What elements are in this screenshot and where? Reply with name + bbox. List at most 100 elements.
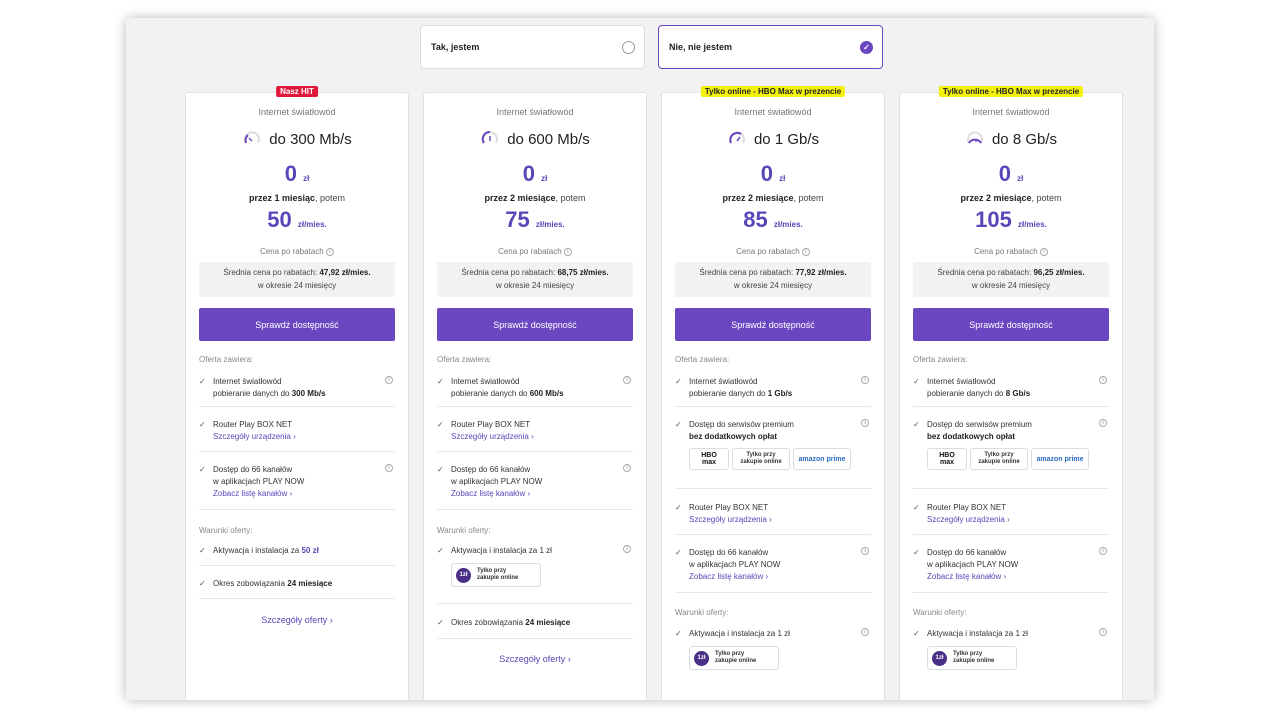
feature-channels-line2: w aplikacjach PLAY NOW: [927, 560, 1019, 569]
check-icon: ✓: [913, 548, 920, 557]
avg-suffix: w okresie 24 miesięcy: [733, 281, 813, 290]
info-icon[interactable]: i: [801, 247, 810, 256]
regular-price-value: 105: [975, 207, 1012, 232]
info-icon[interactable]: i: [1099, 547, 1107, 555]
feature-channels-line2: w aplikacjach PLAY NOW: [451, 477, 543, 486]
chevron-right-icon: ›: [765, 572, 769, 581]
average-price-box: Średnia cena po rabatach: 47,92 zł/mies.…: [199, 262, 395, 297]
info-icon[interactable]: i: [1099, 628, 1107, 636]
per-month: zł/mies.: [773, 220, 803, 229]
currency: zł: [541, 174, 548, 183]
device-details-link[interactable]: Szczegóły urządzenia ›: [213, 431, 378, 443]
feature-internet-line1: Internet światłowód: [213, 377, 282, 386]
device-details-link[interactable]: Szczegóły urządzenia ›: [689, 514, 854, 526]
feature-router-label: Router Play BOX NET: [927, 503, 1007, 512]
plan-card-600: Internet światłowód do 600 Mb/s 0 zł prz…: [423, 92, 647, 700]
offer-includes-heading: Oferta zawiera:: [437, 355, 492, 364]
info-icon[interactable]: i: [1039, 247, 1048, 256]
check-icon: ✓: [913, 629, 920, 638]
radio-option-yes[interactable]: Tak, jestem: [420, 25, 645, 69]
chevron-right-icon: ›: [1007, 515, 1010, 524]
divider: [913, 488, 1109, 489]
chevron-right-icon: ›: [293, 432, 296, 441]
info-icon[interactable]: i: [1099, 376, 1107, 384]
check-icon: ✓: [913, 503, 920, 512]
activation-prefix: Aktywacja i instalacja za: [689, 629, 778, 638]
online-line2: zakupie online: [715, 658, 757, 664]
promo-price-value: 0: [998, 161, 1011, 186]
online-line1: Tylko przy: [953, 651, 983, 657]
activation-prefix: Aktywacja i instalacja za: [927, 629, 1016, 638]
info-icon[interactable]: i: [623, 376, 631, 384]
device-details-link[interactable]: Szczegóły urządzenia ›: [451, 431, 616, 443]
per-month: zł/mies.: [1017, 220, 1047, 229]
check-availability-button[interactable]: Sprawdź dostępność: [675, 308, 871, 341]
channels-list-link[interactable]: Zobacz listę kanałów ›: [451, 488, 616, 500]
after-discounts-label: Cena po rabatach: [260, 247, 324, 256]
device-details-link[interactable]: Szczegóły urządzenia ›: [927, 514, 1092, 526]
info-icon[interactable]: i: [1099, 419, 1107, 427]
offer-details-link[interactable]: Szczegóły oferty ›: [424, 654, 646, 664]
avg-suffix: w okresie 24 miesięcy: [971, 281, 1051, 290]
check-icon: ✓: [199, 377, 206, 386]
after-discounts: Cena po rabatach i: [900, 247, 1122, 256]
avg-prefix: Średnia cena po rabatach:: [223, 268, 320, 277]
promo-price: 0 zł: [186, 161, 408, 187]
offer-details-label: Szczegóły oferty: [261, 615, 328, 625]
coin-icon: 1zł: [456, 567, 471, 583]
check-availability-button[interactable]: Sprawdź dostępność: [913, 308, 1109, 341]
regular-price-value: 85: [743, 207, 768, 232]
divider: [913, 406, 1109, 407]
info-icon[interactable]: i: [861, 419, 869, 427]
avg-value: 68,75 zł/mies.: [557, 268, 609, 277]
info-icon[interactable]: i: [325, 247, 334, 256]
offer-details-link[interactable]: Szczegóły oferty ›: [186, 615, 408, 625]
avg-prefix: Średnia cena po rabatach:: [699, 268, 796, 277]
radio-checked-icon: ✓: [860, 40, 873, 54]
info-icon[interactable]: i: [861, 547, 869, 555]
online-only-service: Tylko przy zakupie online: [732, 448, 790, 470]
avg-prefix: Średnia cena po rabatach:: [937, 268, 1034, 277]
channels-list-link[interactable]: Zobacz listę kanałów ›: [927, 571, 1092, 583]
device-details-label: Szczegóły urządzenia: [689, 515, 767, 524]
feature-premium-line2: bez dodatkowych opłat: [927, 432, 1016, 441]
then-text: , potem: [1031, 193, 1062, 203]
radio-option-no[interactable]: Nie, nie jestem ✓: [658, 25, 883, 69]
channels-list-label: Zobacz listę kanałów: [927, 572, 1002, 581]
plan-speed: do 1 Gb/s: [662, 129, 884, 149]
currency: zł: [779, 174, 786, 183]
info-icon[interactable]: i: [623, 545, 631, 553]
check-icon: ✓: [913, 377, 920, 386]
info-icon[interactable]: i: [563, 247, 572, 256]
regular-price: 75 zł/mies.: [424, 207, 646, 233]
divider: [675, 534, 871, 535]
avg-value: 96,25 zł/mies.: [1033, 268, 1085, 277]
hbo-max-logo: HBO max: [689, 448, 729, 470]
device-details-label: Szczegóły urządzenia: [213, 432, 291, 441]
promo-period-value: przez 1 miesiąc: [248, 193, 316, 203]
hbo-promo-badge: Tylko online - HBO Max w prezencie: [700, 86, 846, 97]
commitment-value: 24 miesiące: [525, 618, 571, 627]
feature-channels-line1: Dostęp do 66 kanałów: [927, 548, 1007, 557]
speedometer-icon: [481, 131, 499, 144]
check-icon: ✓: [437, 465, 444, 474]
chevron-right-icon: ›: [769, 515, 772, 524]
info-icon[interactable]: i: [861, 376, 869, 384]
feature-channels-line1: Dostęp do 66 kanałów: [451, 465, 531, 474]
info-icon[interactable]: i: [385, 376, 393, 384]
offer-includes-heading: Oferta zawiera:: [913, 355, 968, 364]
check-availability-button[interactable]: Sprawdź dostępność: [199, 308, 395, 341]
info-icon[interactable]: i: [623, 464, 631, 472]
info-icon[interactable]: i: [861, 628, 869, 636]
channels-list-link[interactable]: Zobacz listę kanałów ›: [689, 571, 854, 583]
check-icon: ✓: [199, 465, 206, 474]
info-icon[interactable]: i: [385, 464, 393, 472]
radio-yes-label: Tak, jestem: [431, 42, 480, 52]
promo-period-value: przez 2 miesiące: [722, 193, 794, 203]
check-icon: ✓: [437, 420, 444, 429]
feature-channels-line1: Dostęp do 66 kanałów: [689, 548, 769, 557]
channels-list-label: Zobacz listę kanałów: [213, 489, 288, 498]
promo-price-value: 0: [522, 161, 535, 186]
channels-list-link[interactable]: Zobacz listę kanałów ›: [213, 488, 378, 500]
check-availability-button[interactable]: Sprawdź dostępność: [437, 308, 633, 341]
